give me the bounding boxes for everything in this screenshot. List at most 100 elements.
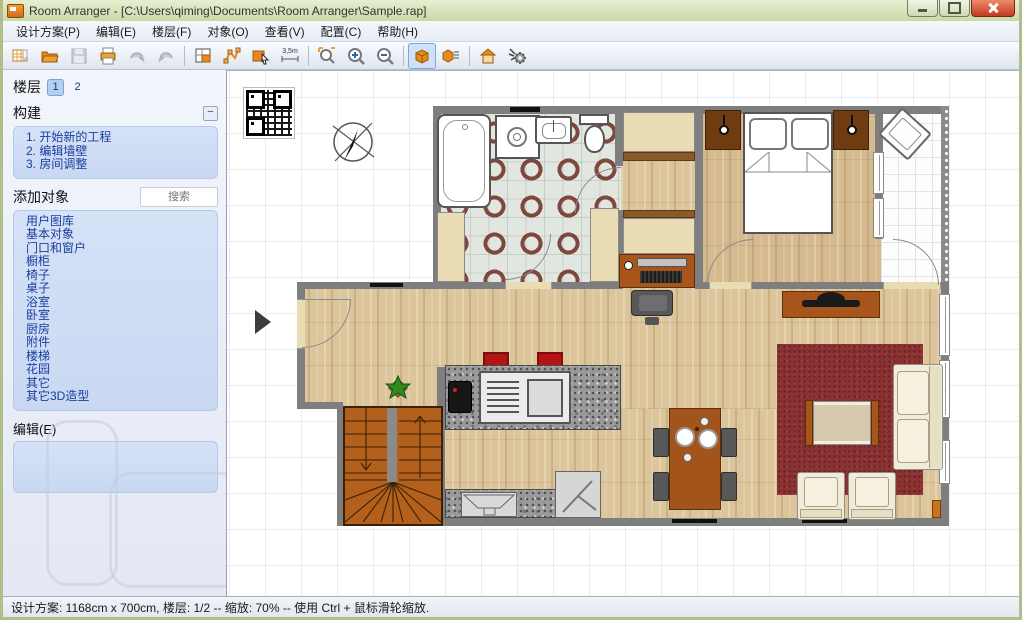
window[interactable] <box>873 198 884 238</box>
desk[interactable] <box>619 254 695 288</box>
lamp-stem <box>723 115 725 127</box>
category-chairs[interactable]: 椅子 <box>26 269 211 283</box>
new-project-button[interactable] <box>7 43 35 69</box>
menu-view[interactable]: 查看(V) <box>258 22 312 41</box>
menu-floor[interactable]: 楼层(F) <box>145 22 198 41</box>
menu-config[interactable]: 配置(C) <box>314 22 369 41</box>
redo-button[interactable] <box>152 43 180 69</box>
toilet-bowl[interactable] <box>584 125 605 153</box>
toilet-tank[interactable] <box>579 114 609 125</box>
dining-table[interactable] <box>669 408 721 510</box>
add-objects-label: 添加对象 <box>13 187 69 207</box>
category-other-3d[interactable]: 其它3D造型 <box>26 390 211 404</box>
edit-points-button[interactable] <box>218 43 246 69</box>
zoom-in-button[interactable] <box>342 43 370 69</box>
collapse-build-button[interactable]: − <box>203 106 218 121</box>
category-bathroom[interactable]: 浴室 <box>26 296 211 310</box>
window[interactable] <box>939 294 950 356</box>
category-garden[interactable]: 花园 <box>26 363 211 377</box>
add-object-button[interactable] <box>247 43 275 69</box>
zoom-fit-button[interactable] <box>313 43 341 69</box>
minimize-button[interactable] <box>907 0 938 17</box>
build-step-edit-walls[interactable]: 2. 编辑墙壁 <box>26 145 211 159</box>
wizard-settings-button[interactable] <box>503 43 531 69</box>
view-3d-button[interactable] <box>408 43 436 69</box>
save-button[interactable] <box>65 43 93 69</box>
island-sink <box>527 379 563 417</box>
window[interactable] <box>873 152 884 194</box>
category-stairs[interactable]: 楼梯 <box>26 350 211 364</box>
category-tables[interactable]: 桌子 <box>26 282 211 296</box>
espresso-machine[interactable] <box>448 381 472 413</box>
desk-lamp <box>624 261 633 270</box>
compass-icon[interactable] <box>327 116 379 168</box>
bathtub[interactable] <box>437 114 491 208</box>
window-marker[interactable] <box>672 519 717 523</box>
undo-button[interactable] <box>123 43 151 69</box>
objects-list-3d-button[interactable] <box>437 43 465 69</box>
new-room-button[interactable] <box>189 43 217 69</box>
build-step-adjust-rooms[interactable]: 3. 房间调整 <box>26 158 211 172</box>
dining-chair[interactable] <box>653 428 669 457</box>
zoom-out-button[interactable] <box>371 43 399 69</box>
plant-leaves <box>385 375 411 401</box>
print-button[interactable] <box>94 43 122 69</box>
category-accessories[interactable]: 附件 <box>26 336 211 350</box>
sink[interactable] <box>535 116 572 144</box>
stove[interactable] <box>461 492 517 517</box>
menu-edit[interactable]: 编辑(E) <box>89 22 143 41</box>
bathroom-cabinet[interactable] <box>437 212 465 282</box>
search-input[interactable] <box>140 187 218 207</box>
close-button[interactable] <box>971 0 1015 17</box>
title-bar[interactable]: Room Arranger - [C:\Users\qiming\Documen… <box>3 0 1019 21</box>
radiator[interactable] <box>932 500 941 518</box>
floor-button-1[interactable]: 1 <box>47 79 64 96</box>
potted-plant[interactable] <box>385 375 411 401</box>
nightstand[interactable] <box>705 110 741 150</box>
category-other[interactable]: 其它 <box>26 377 211 391</box>
washing-machine[interactable] <box>495 115 540 159</box>
menu-object[interactable]: 对象(O) <box>200 22 255 41</box>
app-window: Room Arranger - [C:\Users\qiming\Documen… <box>0 0 1022 620</box>
build-step-new-project[interactable]: 1. 开始新的工程 <box>26 131 211 145</box>
armchair[interactable] <box>797 472 845 520</box>
coffee-table[interactable] <box>813 401 871 445</box>
dining-chair[interactable] <box>653 472 669 501</box>
window-marker[interactable] <box>510 107 540 112</box>
nightstand[interactable] <box>833 110 869 150</box>
wardrobe[interactable] <box>623 218 695 254</box>
qr-finder <box>246 117 265 136</box>
measure-button[interactable]: 3,5m <box>276 43 304 69</box>
floor-button-2[interactable]: 2 <box>70 80 85 95</box>
sofa[interactable] <box>893 364 943 470</box>
category-cabinets[interactable]: 橱柜 <box>26 255 211 269</box>
wardrobe[interactable] <box>623 112 695 152</box>
sofa-cushion <box>897 419 929 463</box>
category-kitchen[interactable]: 厨房 <box>26 323 211 337</box>
armchair[interactable] <box>848 472 896 520</box>
save-icon <box>69 46 89 66</box>
office-chair[interactable] <box>631 290 673 316</box>
open-button[interactable] <box>36 43 64 69</box>
dining-chair[interactable] <box>721 428 737 457</box>
toolbar-separator <box>403 46 404 66</box>
category-user-library[interactable]: 用户图库 <box>26 215 211 229</box>
double-bed[interactable] <box>743 112 833 234</box>
window-title: Room Arranger - [C:\Users\qiming\Documen… <box>29 4 426 18</box>
cooktop-sink-unit[interactable] <box>479 371 571 424</box>
category-bedroom[interactable]: 卧室 <box>26 309 211 323</box>
floor-plan-canvas[interactable] <box>227 70 1019 596</box>
menu-help[interactable]: 帮助(H) <box>370 22 425 41</box>
staircase[interactable] <box>343 406 443 526</box>
window-marker[interactable] <box>370 283 403 287</box>
sink-faucet <box>553 120 554 132</box>
maximize-button[interactable] <box>939 0 970 17</box>
refrigerator[interactable] <box>555 471 601 518</box>
category-doors-windows[interactable]: 门口和窗户 <box>26 242 211 256</box>
house-3d-button[interactable] <box>474 43 502 69</box>
category-basic-objects[interactable]: 基本对象 <box>26 228 211 242</box>
wall <box>297 402 343 409</box>
menu-design[interactable]: 设计方案(P) <box>9 22 87 41</box>
dining-chair[interactable] <box>721 472 737 501</box>
bathroom-cabinet[interactable] <box>590 208 619 282</box>
